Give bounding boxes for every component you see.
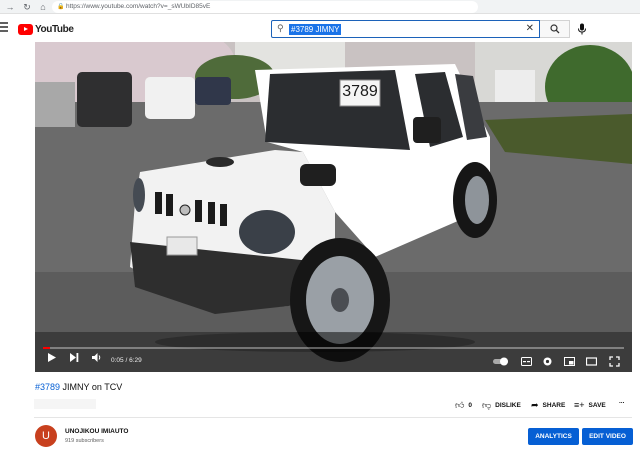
lock-icon: 🔒 (57, 4, 65, 10)
search-icon: ⚲ (277, 23, 284, 33)
logo-text: YouTube (35, 23, 74, 35)
settings-gear-icon[interactable] (542, 356, 553, 367)
video-title: #3789 JIMNY on TCV (35, 382, 122, 392)
time-total: 6:29 (129, 357, 142, 364)
hamburger-menu-icon[interactable] (0, 22, 9, 34)
share-label: SHARE (542, 402, 566, 409)
video-title-text: JIMNY on TCV (60, 382, 123, 392)
search-input[interactable]: #3789 JIMNY (289, 24, 342, 35)
autoplay-toggle-icon[interactable] (493, 357, 509, 366)
time-current: 0:05 (111, 357, 124, 364)
edit-video-button[interactable]: EDIT VIDEO (582, 428, 633, 445)
thumbs-up-icon: 👍︎ (455, 400, 465, 410)
play-icon[interactable] (47, 352, 57, 363)
address-bar-url: https://www.youtube.com/watch?v=_sWUbID8… (66, 3, 211, 10)
analytics-button[interactable]: ANALYTICS (528, 428, 579, 445)
windshield-plate-number: 3789 (342, 83, 378, 100)
channel-name[interactable]: UNOJIKOU IMIAUTO (65, 428, 128, 435)
more-actions-button[interactable]: ... (619, 398, 624, 405)
search-button[interactable] (540, 20, 570, 38)
subscriber-count: 919 subscribers (65, 438, 104, 444)
time-display: 0:05 / 6:29 (111, 357, 142, 364)
progress-bar[interactable] (43, 347, 624, 349)
theater-mode-icon[interactable] (586, 357, 597, 366)
subtitles-icon[interactable] (521, 357, 532, 366)
video-frame (35, 42, 632, 372)
share-button[interactable]: ➦ SHARE (531, 400, 565, 411)
like-count: 0 (468, 402, 473, 409)
progress-bar-fill (43, 347, 51, 349)
back-icon[interactable]: → (3, 0, 17, 14)
home-icon[interactable]: ⌂ (36, 0, 50, 14)
save-button[interactable]: ≡+ SAVE (574, 400, 606, 410)
next-icon[interactable] (69, 352, 79, 363)
search-box[interactable]: ⚲ #3789 JIMNY ✕ (271, 20, 540, 38)
youtube-logo[interactable]: YouTube (18, 23, 74, 35)
miniplayer-icon[interactable] (564, 357, 575, 366)
youtube-play-icon (18, 23, 33, 35)
dislike-button[interactable]: 👎︎ DISLIKE (482, 400, 521, 411)
view-count-redacted (34, 399, 96, 409)
search-button-icon (549, 24, 559, 34)
player-controls: 0:05 / 6:29 (35, 352, 632, 372)
reload-icon[interactable]: ↻ (20, 0, 34, 14)
add-to-playlist-icon: ≡+ (574, 400, 585, 410)
like-button[interactable]: 👍︎ 0 (455, 400, 472, 411)
video-hashtag-link[interactable]: #3789 (35, 382, 60, 392)
divider (34, 417, 632, 418)
clear-search-icon[interactable]: ✕ (526, 23, 534, 35)
fullscreen-icon[interactable] (609, 356, 620, 367)
thumbs-down-icon: 👎︎ (482, 400, 492, 410)
volume-icon[interactable] (91, 352, 102, 363)
save-label: SAVE (588, 401, 606, 409)
address-bar[interactable]: 🔒 https://www.youtube.com/watch?v=_sWUbI… (52, 1, 478, 13)
video-player[interactable]: 3789 0:05 / 6:29 (35, 42, 632, 372)
dislike-label: DISLIKE (495, 402, 521, 409)
share-arrow-icon: ➦ (531, 400, 539, 410)
channel-avatar[interactable]: U (35, 425, 57, 447)
browser-toolbar: → ↻ ⌂ 🔒 https://www.youtube.com/watch?v=… (0, 0, 640, 14)
youtube-header: YouTube ⚲ #3789 JIMNY ✕ (0, 14, 640, 44)
more-icon: ... (619, 398, 625, 405)
microphone-icon[interactable] (577, 23, 587, 35)
